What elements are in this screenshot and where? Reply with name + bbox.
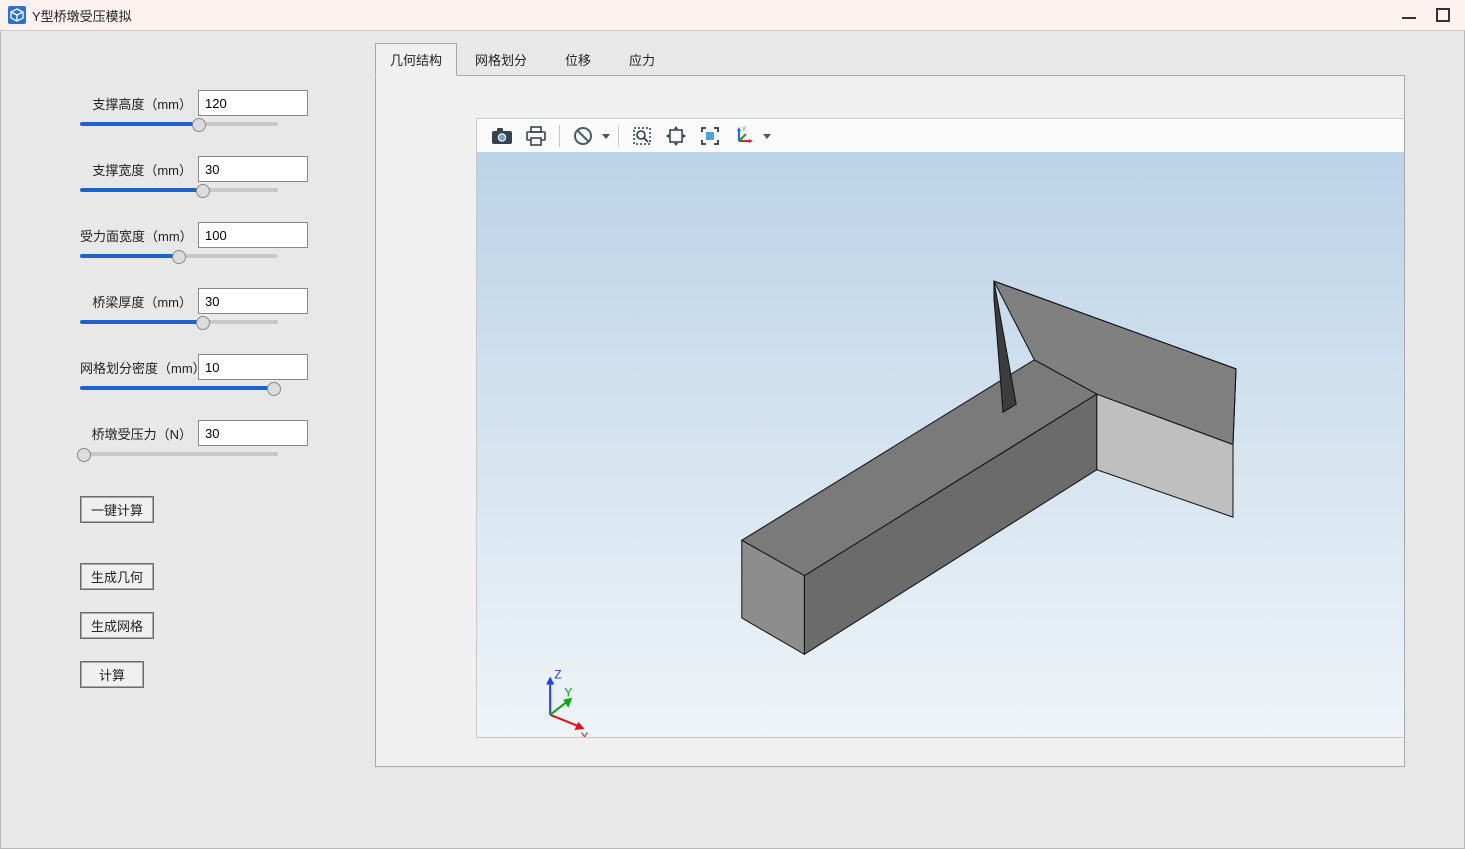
camera-icon[interactable] [485,122,519,150]
param-input[interactable] [198,354,308,380]
param-slider[interactable] [80,254,278,258]
tab-2[interactable]: 位移 [547,44,609,75]
one-click-compute-button[interactable]: 一键计算 [80,496,154,523]
triad-z-label: Z [554,668,562,682]
forbid-icon[interactable] [566,122,600,150]
param-label: 桥墩受压力（N） [80,424,198,443]
title-bar: Y型桥墩受压模拟 [0,0,1465,31]
triad-x-label: X [580,730,588,737]
axes-dropdown[interactable] [761,134,773,139]
param-slider[interactable] [80,452,278,456]
toolbar-separator [559,125,560,147]
tab-bar: 几何结构网格划分位移应力 [375,42,1405,75]
param-input[interactable] [198,90,308,116]
maximize-button[interactable] [1435,7,1451,23]
generate-mesh-button[interactable]: 生成网格 [80,612,154,639]
param-label: 支撑宽度（mm） [80,160,198,179]
app-icon [8,6,26,24]
minimize-button[interactable] [1401,7,1417,23]
tab-1[interactable]: 网格划分 [457,44,545,75]
viewer-toolbar: Y [476,118,1404,154]
main-panel: 几何结构网格划分位移应力 [375,30,1465,849]
param-row: 网格划分密度（mm） [80,354,335,390]
pan-icon[interactable] [659,122,693,150]
param-slider[interactable] [80,320,278,324]
param-slider[interactable] [80,122,278,126]
param-label: 受力面宽度（mm） [80,226,198,245]
param-slider[interactable] [80,188,278,192]
param-input[interactable] [198,222,308,248]
param-input[interactable] [198,288,308,314]
print-icon[interactable] [519,122,553,150]
param-label: 桥梁厚度（mm） [80,292,198,311]
param-row: 支撑高度（mm） [80,90,335,126]
param-row: 受力面宽度（mm） [80,222,335,258]
viewer-frame: Y [375,75,1405,767]
param-input[interactable] [198,156,308,182]
generate-geometry-button[interactable]: 生成几何 [80,563,154,590]
tab-0[interactable]: 几何结构 [375,43,457,76]
toolbar-separator [618,125,619,147]
param-slider[interactable] [80,386,278,390]
tab-3[interactable]: 应力 [611,44,673,75]
app-window: Y型桥墩受压模拟 支撑高度（mm） 支撑宽度（mm） 受力面宽度（mm） 桥梁厚度（m… [0,0,1465,849]
param-label: 网格划分密度（mm） [80,358,198,377]
param-row: 支撑宽度（mm） [80,156,335,192]
parameter-panel: 支撑高度（mm） 支撑宽度（mm） 受力面宽度（mm） 桥梁厚度（mm） 网格划分密度（… [0,30,375,849]
axes-icon[interactable]: Y [727,122,761,150]
triad-y-label: Y [564,686,572,700]
param-label: 支撑高度（mm） [80,94,198,113]
param-row: 桥梁厚度（mm） [80,288,335,324]
zoom-box-icon[interactable] [625,122,659,150]
viewport-3d[interactable]: Z X Y [476,152,1404,738]
compute-button[interactable]: 计算 [80,661,144,688]
window-title: Y型桥墩受压模拟 [32,6,132,25]
svg-text:Y: Y [742,127,746,133]
param-input[interactable] [198,420,308,446]
param-row: 桥墩受压力（N） [80,420,335,456]
fit-icon[interactable] [693,122,727,150]
forbid-dropdown[interactable] [600,134,612,139]
